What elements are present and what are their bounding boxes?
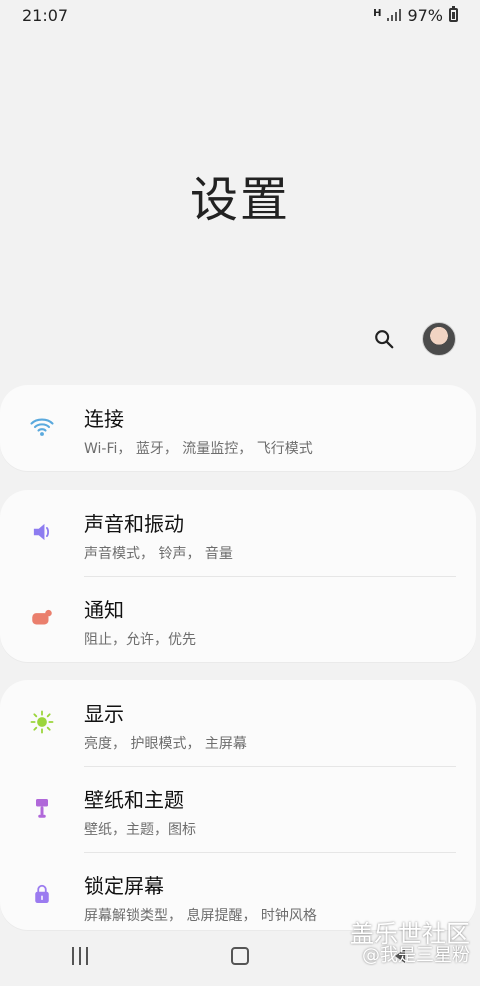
settings-item-title: 锁定屏幕: [84, 874, 164, 898]
lock-icon: [24, 876, 60, 912]
settings-item-subtitle: 壁纸，主题，图标: [84, 822, 196, 838]
volume-icon: [24, 514, 60, 550]
signal-icon: [387, 9, 402, 21]
settings-item-text: 锁定屏幕 屏幕解锁类型， 息屏提醒， 时钟风格: [84, 870, 456, 925]
avatar[interactable]: [422, 322, 456, 356]
settings-item-subtitle: 声音模式， 铃声， 音量: [84, 546, 233, 562]
top-actions: [368, 322, 456, 356]
settings-item-text: 壁纸和主题 壁纸，主题，图标: [84, 784, 456, 839]
paint-icon: [24, 790, 60, 826]
search-icon[interactable]: [368, 323, 400, 355]
status-time: 21:07: [22, 5, 69, 25]
settings-item-title: 通知: [84, 598, 124, 622]
settings-card-connections: 连接 Wi-Fi， 蓝牙， 流量监控， 飞行模式: [0, 385, 476, 471]
network-type-icon: H: [373, 8, 382, 19]
settings-item-display[interactable]: 显示 亮度， 护眼模式， 主屏幕: [0, 680, 476, 766]
settings-item-notifications[interactable]: 通知 阻止，允许，优先: [0, 576, 476, 662]
battery-percent: 97%: [407, 5, 443, 25]
settings-card-sound-notification: 声音和振动 声音模式， 铃声， 音量 通知 阻止，允许，优先: [0, 490, 476, 662]
wifi-icon: [24, 409, 60, 445]
home-button[interactable]: [220, 936, 260, 976]
battery-icon: [449, 6, 458, 22]
notification-icon: [24, 600, 60, 636]
page-title: 设置: [189, 172, 290, 228]
watermark: 盖乐世社区 @我是三星粉: [350, 922, 470, 966]
settings-item-text: 连接 Wi-Fi， 蓝牙， 流量监控， 飞行模式: [84, 403, 456, 458]
settings-item-title: 壁纸和主题: [84, 788, 184, 812]
recent-apps-icon: [72, 947, 88, 965]
settings-item-title: 显示: [84, 702, 124, 726]
home-icon: [231, 947, 249, 965]
watermark-line-1: 盖乐世社区: [350, 920, 470, 948]
settings-item-wallpaper-theme[interactable]: 壁纸和主题 壁纸，主题，图标: [0, 766, 476, 852]
recent-apps-button[interactable]: [60, 936, 100, 976]
settings-item-subtitle: 阻止，允许，优先: [84, 632, 196, 648]
settings-item-sound[interactable]: 声音和振动 声音模式， 铃声， 音量: [0, 490, 476, 576]
settings-item-subtitle: Wi-Fi， 蓝牙， 流量监控， 飞行模式: [84, 441, 313, 457]
brightness-icon: [24, 704, 60, 740]
status-right: H 97%: [373, 6, 458, 25]
settings-item-text: 显示 亮度， 护眼模式， 主屏幕: [84, 698, 456, 753]
settings-card-display: 显示 亮度， 护眼模式， 主屏幕 壁纸和主题 壁纸，主题，图标 锁定屏幕 屏幕解…: [0, 680, 476, 930]
settings-item-connections[interactable]: 连接 Wi-Fi， 蓝牙， 流量监控， 飞行模式: [0, 385, 476, 471]
watermark-line-2: @我是三星粉: [362, 945, 470, 966]
settings-item-subtitle: 亮度， 护眼模式， 主屏幕: [84, 736, 247, 752]
settings-item-title: 声音和振动: [84, 512, 184, 536]
settings-item-title: 连接: [84, 407, 124, 431]
status-bar: 21:07 H 97%: [0, 0, 480, 30]
settings-item-text: 声音和振动 声音模式， 铃声， 音量: [84, 508, 456, 563]
settings-item-text: 通知 阻止，允许，优先: [84, 594, 456, 649]
